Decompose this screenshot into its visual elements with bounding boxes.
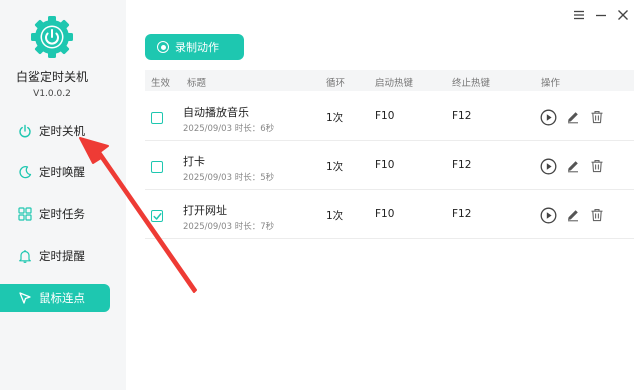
minimize-icon[interactable]: [594, 8, 608, 22]
table-row: 打卡 2025/09/03 时长：5秒 1次 F10 F12: [145, 142, 634, 190]
window-controls: [572, 8, 630, 22]
menu-icon[interactable]: [572, 8, 586, 22]
row-title: 自动播放音乐: [183, 106, 249, 119]
sidebar-item-label: 定时提醒: [39, 249, 85, 263]
sidebar-item-wake[interactable]: 定时唤醒: [0, 158, 110, 186]
play-icon[interactable]: [539, 108, 557, 126]
row-loop: 1次: [326, 161, 344, 173]
play-icon[interactable]: [539, 206, 557, 224]
app-logo-icon: [31, 16, 73, 58]
sidebar-item-label: 定时唤醒: [39, 165, 85, 179]
record-action-label: 录制动作: [175, 41, 219, 54]
header-stop-hotkey: 终止热键: [452, 78, 491, 89]
play-icon[interactable]: [539, 157, 557, 175]
sidebar-item-label: 鼠标连点: [39, 291, 85, 305]
record-action-button[interactable]: 录制动作: [145, 34, 244, 60]
grid-icon: [18, 207, 32, 221]
sidebar-item-reminder[interactable]: 定时提醒: [0, 242, 110, 270]
table-header: 生效 标题 循环 启动热键 终止热键 操作: [145, 70, 634, 91]
sidebar-item-label: 定时关机: [39, 124, 85, 138]
edit-icon[interactable]: [564, 108, 582, 126]
header-loop: 循环: [326, 78, 346, 89]
main-panel: 录制动作 生效 标题 循环 启动热键 终止热键 操作 自动播放音乐 2025/0…: [126, 0, 636, 390]
enabled-checkbox[interactable]: [151, 161, 163, 173]
header-start-hotkey: 启动热键: [375, 78, 414, 89]
moon-icon: [18, 165, 32, 179]
edit-icon[interactable]: [564, 157, 582, 175]
app-version: V1.0.0.2: [33, 89, 71, 99]
table-row: 自动播放音乐 2025/09/03 时长：6秒 1次 F10 F12: [145, 93, 634, 141]
row-start-hotkey: F10: [375, 208, 395, 220]
row-start-hotkey: F10: [375, 110, 395, 122]
row-loop: 1次: [326, 112, 344, 124]
enabled-checkbox[interactable]: [151, 112, 163, 124]
trash-icon[interactable]: [588, 157, 606, 175]
row-stop-hotkey: F12: [452, 208, 472, 220]
app-name: 白鲨定时关机: [15, 70, 88, 84]
sidebar-item-shutdown[interactable]: 定时关机: [0, 117, 110, 145]
row-meta: 2025/09/03 时长：6秒: [183, 124, 275, 134]
row-stop-hotkey: F12: [452, 110, 472, 122]
row-meta: 2025/09/03 时长：5秒: [183, 173, 275, 183]
row-start-hotkey: F10: [375, 159, 395, 171]
enabled-checkbox-checked[interactable]: [151, 210, 163, 222]
sidebar-item-label: 定时任务: [39, 207, 85, 221]
cursor-icon: [18, 291, 32, 305]
row-title: 打卡: [183, 155, 205, 168]
bell-icon: [18, 249, 32, 263]
header-enabled: 生效: [151, 78, 171, 89]
sidebar-item-clicker[interactable]: 鼠标连点: [0, 284, 110, 312]
power-icon: [18, 124, 32, 138]
sidebar-item-task[interactable]: 定时任务: [0, 200, 110, 228]
row-loop: 1次: [326, 210, 344, 222]
sidebar: 白鲨定时关机 V1.0.0.2 定时关机 定时唤醒 定时任务 定时提醒 鼠标连点: [0, 0, 126, 390]
trash-icon[interactable]: [588, 108, 606, 126]
row-meta: 2025/09/03 时长：7秒: [183, 222, 275, 232]
row-title: 打开网址: [183, 204, 227, 217]
header-actions: 操作: [541, 78, 561, 89]
header-title: 标题: [187, 78, 207, 89]
table-row: 打开网址 2025/09/03 时长：7秒 1次 F10 F12: [145, 191, 634, 239]
edit-icon[interactable]: [564, 206, 582, 224]
record-icon: [157, 41, 169, 53]
row-stop-hotkey: F12: [452, 159, 472, 171]
close-icon[interactable]: [616, 8, 630, 22]
trash-icon[interactable]: [588, 206, 606, 224]
